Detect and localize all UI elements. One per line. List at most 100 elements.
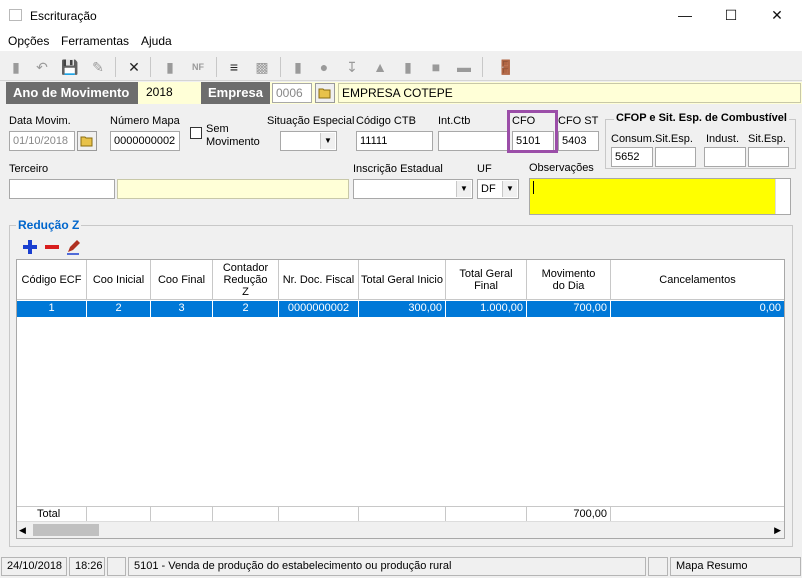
empresa-code-field[interactable]: 0006	[272, 83, 312, 103]
maximize-button[interactable]: ☐	[708, 0, 754, 31]
codigo-ctb-label: Código CTB	[356, 115, 416, 127]
horizontal-scrollbar[interactable]: ◀ ▶	[17, 521, 784, 538]
cfop-group-title: CFOP e Sit. Esp. de Combustível	[614, 112, 789, 124]
scroll-right-icon[interactable]: ▶	[774, 525, 781, 536]
col-nr-doc-fiscal[interactable]: Nr. Doc. Fiscal	[279, 260, 359, 300]
cfo-st-field[interactable]: 5403	[558, 131, 599, 151]
col-contador-reducao-z[interactable]: Contador Redução Z	[213, 260, 279, 300]
cell-total-geral-final[interactable]: 1.000,00	[446, 301, 527, 317]
edit-row-button[interactable]	[65, 239, 81, 255]
tree-icon[interactable]: ≡	[224, 57, 244, 77]
codigo-ctb-field[interactable]: 11111	[356, 131, 433, 151]
cfo-st-label: CFO ST	[558, 115, 599, 127]
reducao-z-grid: Código ECF Coo Inicial Coo Final Contado…	[16, 259, 785, 539]
col-movimento-do-dia[interactable]: Movimento do Dia	[527, 260, 611, 300]
status-date: 24/10/2018	[1, 557, 67, 576]
numero-mapa-field[interactable]: 0000000002	[110, 131, 180, 151]
folder-icon[interactable]: ▮	[288, 57, 308, 77]
uf-value: DF	[481, 183, 496, 195]
status-bar: 24/10/2018 18:26 5101 - Venda de produçã…	[0, 556, 802, 578]
menu-ajuda[interactable]: Ajuda	[141, 34, 172, 48]
col-total-geral-inicio[interactable]: Total Geral Inicio	[359, 260, 446, 300]
footer-cell	[151, 506, 213, 521]
data-movim-picker-button[interactable]	[77, 131, 97, 151]
add-row-button[interactable]	[22, 239, 38, 255]
cell-cancelamentos[interactable]: 0,00	[611, 301, 784, 317]
toolbar-separator	[115, 57, 116, 77]
plus-icon	[23, 240, 37, 254]
group-icon[interactable]: ▲	[370, 57, 390, 77]
indust-label: Indust.	[706, 133, 740, 145]
cell-coo-final[interactable]: 3	[151, 301, 213, 317]
col-codigo-ecf[interactable]: Código ECF	[17, 260, 87, 300]
footer-cell	[87, 506, 151, 521]
consum-field[interactable]: 5652	[611, 147, 653, 167]
book-icon[interactable]: ▮	[398, 57, 418, 77]
undo-icon[interactable]: ↶	[32, 57, 52, 77]
minimize-button[interactable]: —	[662, 0, 708, 31]
uf-select[interactable]: DF ▼	[477, 179, 519, 199]
exit-icon[interactable]: 🚪	[496, 57, 516, 77]
app-icon	[9, 9, 22, 21]
scrollbar-thumb[interactable]	[33, 524, 99, 536]
observacoes-scrollbar[interactable]	[775, 179, 790, 214]
cell-total-geral-inicio[interactable]: 300,00	[359, 301, 446, 317]
ano-label: Ano de Movimento	[6, 82, 138, 104]
chevron-down-icon: ▼	[456, 181, 471, 197]
cell-coo-inicial[interactable]: 2	[87, 301, 151, 317]
sit-esp2-field[interactable]	[748, 147, 789, 167]
window-title: Escrituração	[30, 9, 97, 23]
footer-cell	[446, 506, 527, 521]
empresa-lookup-button[interactable]	[315, 83, 335, 103]
indust-field[interactable]	[704, 147, 746, 167]
toolbar-separator	[216, 57, 217, 77]
footer-cell	[279, 506, 359, 521]
col-coo-inicial[interactable]: Coo Inicial	[87, 260, 151, 300]
nfe-icon[interactable]: NF	[188, 57, 208, 77]
footer-movimento-total: 700,00	[527, 506, 611, 521]
toolbar-separator	[482, 57, 483, 77]
cell-movimento-do-dia[interactable]: 700,00	[527, 301, 611, 317]
int-ctb-label: Int.Ctb	[438, 115, 471, 127]
page-icon[interactable]: ■	[426, 57, 446, 77]
cell-codigo-ecf[interactable]: 1	[17, 301, 87, 317]
int-ctb-field[interactable]	[438, 131, 508, 151]
col-total-geral-final[interactable]: Total Geral Final	[446, 260, 527, 300]
menu-ferramentas[interactable]: Ferramentas	[61, 34, 129, 48]
folder-open-icon	[318, 88, 331, 99]
cfo-highlight-box	[507, 110, 558, 153]
situacao-especial-select[interactable]: ▼	[280, 131, 337, 151]
remove-row-button[interactable]	[44, 239, 60, 255]
scroll-left-icon[interactable]: ◀	[19, 525, 26, 536]
save-icon[interactable]: 💾	[60, 57, 80, 77]
tool-icon[interactable]: ●	[314, 57, 334, 77]
cell-nr-doc-fiscal[interactable]: 0000000002	[279, 301, 359, 317]
ano-field[interactable]: 2018	[140, 82, 180, 104]
inscricao-estadual-label: Inscrição Estadual	[353, 163, 443, 175]
observacoes-field[interactable]	[529, 178, 791, 215]
menu-opcoes[interactable]: Opções	[8, 34, 49, 48]
terceiro-code-field[interactable]	[9, 179, 115, 199]
inscricao-estadual-select[interactable]: ▼	[353, 179, 473, 199]
brush-icon[interactable]: ✎	[88, 57, 108, 77]
reducao-z-title: Redução Z	[16, 218, 82, 232]
footer-cell	[213, 506, 279, 521]
terceiro-name-field[interactable]	[117, 179, 349, 199]
sem-movimento-checkbox[interactable]	[190, 127, 202, 139]
sit-esp1-field[interactable]	[655, 147, 696, 167]
cut-icon[interactable]: ✕	[124, 57, 144, 77]
empresa-name-field[interactable]: EMPRESA COTEPE	[338, 83, 801, 103]
status-time: 18:26	[69, 557, 105, 576]
print-icon[interactable]: ▩	[252, 57, 272, 77]
new-document-icon[interactable]: ▮	[6, 57, 26, 77]
observacoes-label: Observações	[529, 162, 594, 174]
data-movim-field[interactable]: 01/10/2018	[9, 131, 75, 151]
download-icon[interactable]: ↧	[342, 57, 362, 77]
document-icon[interactable]: ▮	[160, 57, 180, 77]
consum-label: Consum.	[611, 133, 656, 145]
close-button[interactable]: ✕	[754, 0, 800, 31]
col-coo-final[interactable]: Coo Final	[151, 260, 213, 300]
col-cancelamentos[interactable]: Cancelamentos	[611, 260, 784, 300]
minus-icon[interactable]: ▬	[454, 57, 474, 77]
cell-contador-reducao-z[interactable]: 2	[213, 301, 279, 317]
